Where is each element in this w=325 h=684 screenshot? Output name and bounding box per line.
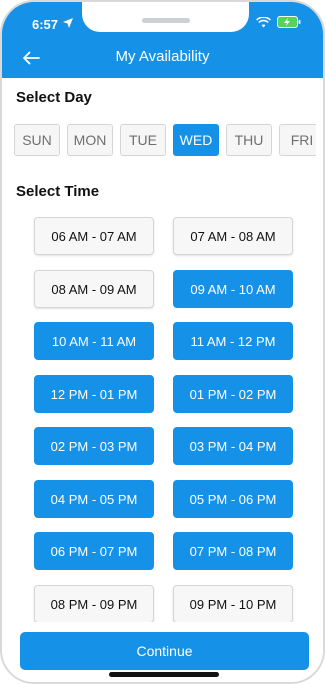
time-slot[interactable]: 06 PM - 07 PM <box>34 532 154 570</box>
wifi-icon <box>256 16 271 27</box>
time-slot[interactable]: 04 PM - 05 PM <box>34 480 154 518</box>
time-slot[interactable]: 05 PM - 06 PM <box>173 480 293 518</box>
day-sun[interactable]: SUN <box>14 124 60 156</box>
page-title: My Availability <box>115 48 210 65</box>
day-wed[interactable]: WED <box>173 124 219 156</box>
status-icons <box>256 16 301 28</box>
continue-button[interactable]: Continue <box>20 632 309 670</box>
time-slot[interactable]: 01 PM - 02 PM <box>173 375 293 413</box>
location-arrow-icon <box>63 18 73 28</box>
time-slot[interactable]: 02 PM - 03 PM <box>34 427 154 465</box>
home-indicator <box>109 672 219 677</box>
device-notch <box>82 2 249 32</box>
time-slot[interactable]: 03 PM - 04 PM <box>173 427 293 465</box>
time-slot[interactable]: 06 AM - 07 AM <box>34 217 154 255</box>
time-slot[interactable]: 11 AM - 12 PM <box>173 322 293 360</box>
day-fri[interactable]: FRI <box>279 124 316 156</box>
speaker-bar <box>142 18 190 23</box>
time-slot[interactable]: 10 AM - 11 AM <box>34 322 154 360</box>
header-bar: 6:57 My Availability <box>2 2 323 78</box>
day-thu[interactable]: THU <box>226 124 272 156</box>
time-slot[interactable]: 09 AM - 10 AM <box>173 270 293 308</box>
time-slot[interactable]: 07 PM - 08 PM <box>173 532 293 570</box>
day-selector: SUN MON TUE WED THU FRI <box>14 124 316 156</box>
battery-charging-icon <box>277 16 301 28</box>
time-slot[interactable]: 08 AM - 09 AM <box>34 270 154 308</box>
day-mon[interactable]: MON <box>67 124 113 156</box>
time-slot[interactable]: 08 PM - 09 PM <box>34 585 154 623</box>
day-tue[interactable]: TUE <box>120 124 166 156</box>
time-slot[interactable]: 12 PM - 01 PM <box>34 375 154 413</box>
time-slot[interactable]: 07 AM - 08 AM <box>173 217 293 255</box>
phone-frame: 6:57 My Availability Select Day SUN MON … <box>0 0 325 684</box>
status-time: 6:57 <box>32 17 59 32</box>
time-slot[interactable]: 09 PM - 10 PM <box>173 585 293 623</box>
select-day-heading: Select Day <box>16 89 92 106</box>
select-time-heading: Select Time <box>16 183 100 200</box>
